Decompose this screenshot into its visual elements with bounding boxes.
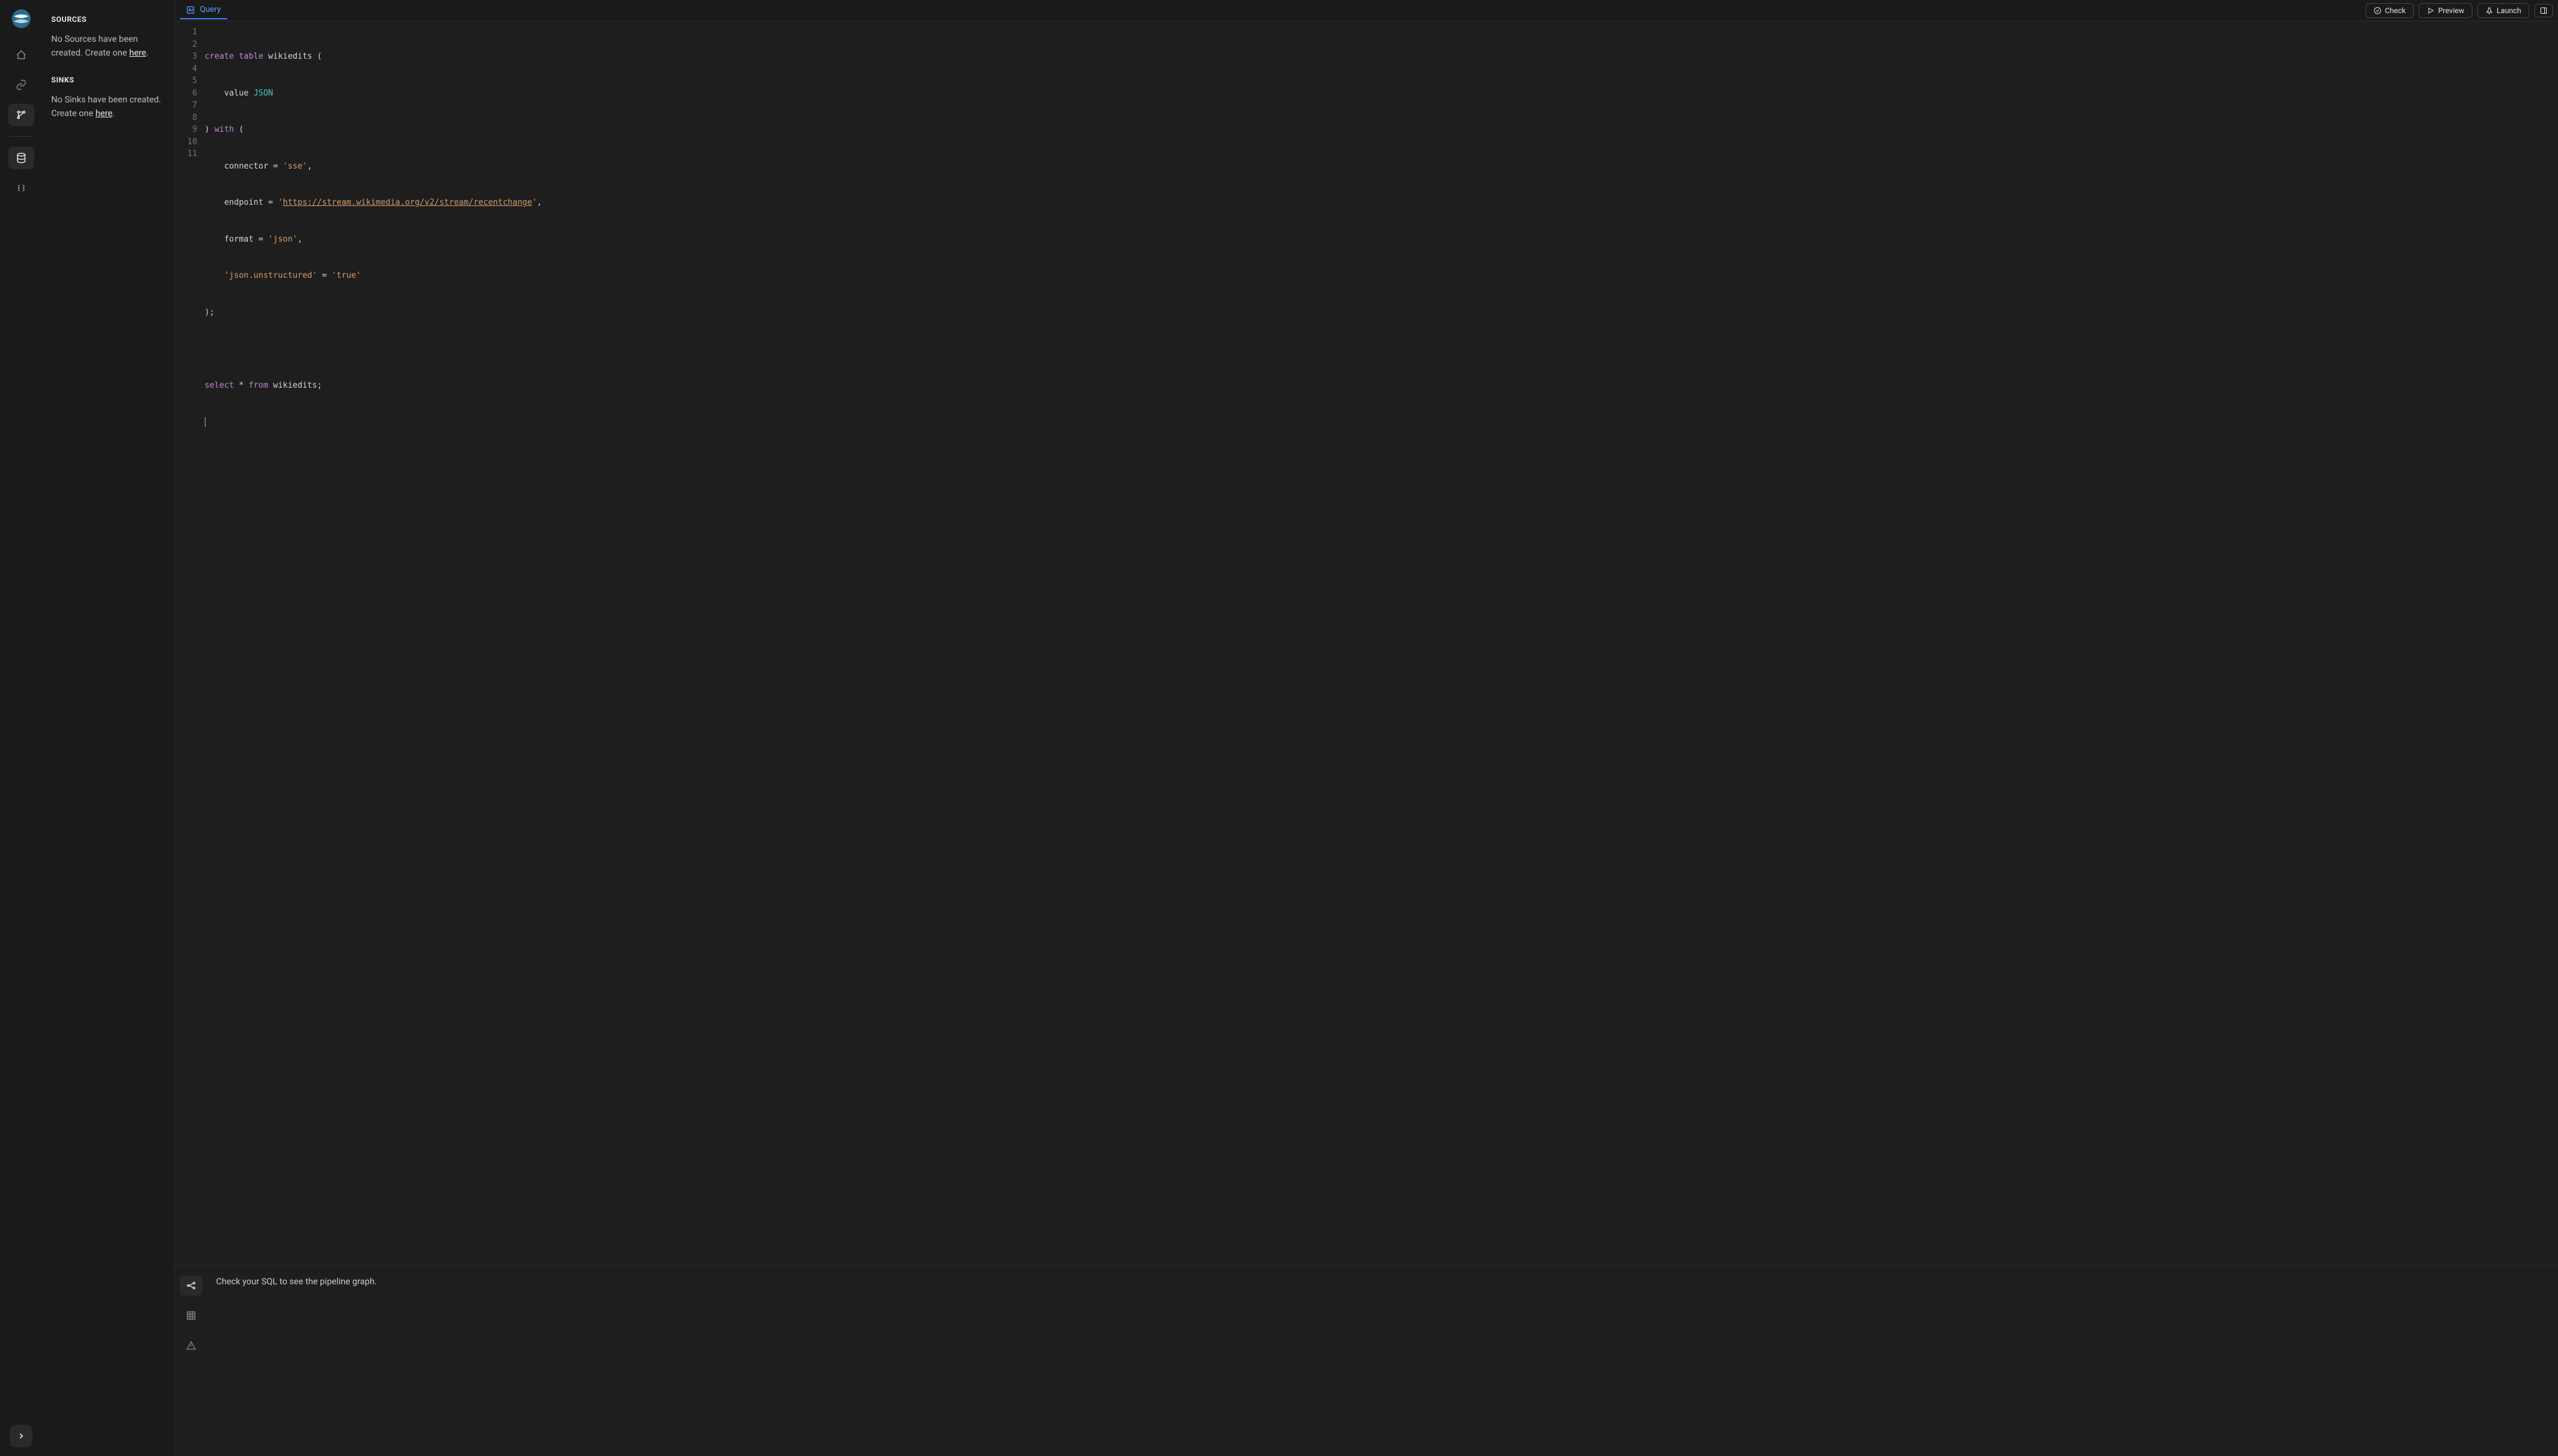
- panel-message: Check your SQL to see the pipeline graph…: [216, 1277, 377, 1287]
- branch-icon: [16, 109, 27, 121]
- sinks-empty-message: No Sinks have been created. Create one h…: [51, 93, 165, 121]
- sinks-title: SINKS: [51, 76, 165, 84]
- code-editor[interactable]: 1 2 3 4 5 6 7 8 9 10 11 create table wik…: [175, 21, 2558, 1265]
- code-content: create table wikiedits ( value JSON ) wi…: [205, 21, 2558, 1265]
- app-logo: [11, 9, 31, 29]
- panel-tab-results[interactable]: [180, 1306, 202, 1326]
- main-area: Query Check Preview Launch 1 2 3: [175, 0, 2558, 1456]
- home-icon: [16, 49, 27, 61]
- sources-title: SOURCES: [51, 15, 165, 24]
- play-icon: [2427, 7, 2434, 14]
- grid-icon: [186, 1311, 196, 1321]
- nav-database[interactable]: [8, 147, 34, 169]
- link-icon: [16, 79, 27, 91]
- check-circle-icon: [2374, 7, 2381, 14]
- sinks-here-link[interactable]: here: [96, 109, 112, 119]
- nav-home[interactable]: [8, 44, 34, 66]
- tab-label: Query: [200, 5, 221, 14]
- warning-icon: [186, 1340, 196, 1350]
- nav-connections[interactable]: [8, 74, 34, 96]
- panel-icon: [2540, 7, 2547, 14]
- nav-pipelines[interactable]: [8, 104, 34, 126]
- line-gutter: 1 2 3 4 5 6 7 8 9 10 11: [175, 21, 205, 1265]
- database-icon: [16, 152, 27, 164]
- panel-tab-errors[interactable]: [180, 1335, 202, 1355]
- sources-empty-message: No Sources have been created. Create one…: [51, 32, 165, 61]
- sources-here-link[interactable]: here: [129, 48, 146, 58]
- panel-tabs: [175, 1266, 207, 1456]
- tab-bar: Query Check Preview Launch: [175, 0, 2558, 21]
- function-icon: [16, 182, 27, 194]
- preview-button[interactable]: Preview: [2419, 3, 2472, 18]
- panel-tab-graph[interactable]: [180, 1276, 202, 1296]
- network-icon: [186, 1281, 196, 1291]
- nav-rail: [0, 0, 42, 1456]
- rocket-icon: [2486, 7, 2493, 14]
- panel-content: Check your SQL to see the pipeline graph…: [207, 1266, 2558, 1456]
- layout-toggle-button[interactable]: [2534, 4, 2553, 17]
- query-tab[interactable]: Query: [180, 1, 227, 19]
- tab-actions: Check Preview Launch: [2366, 3, 2553, 18]
- check-button[interactable]: Check: [2366, 3, 2414, 18]
- sql-icon: [186, 6, 195, 14]
- nav-expand-button[interactable]: [10, 1425, 32, 1447]
- bottom-panel: Check your SQL to see the pipeline graph…: [175, 1265, 2558, 1456]
- sidebar: SOURCES No Sources have been created. Cr…: [42, 0, 175, 1456]
- launch-button[interactable]: Launch: [2477, 3, 2529, 18]
- nav-divider: [10, 136, 32, 137]
- nav-functions[interactable]: [8, 177, 34, 199]
- chevron-right-icon: [17, 1432, 26, 1440]
